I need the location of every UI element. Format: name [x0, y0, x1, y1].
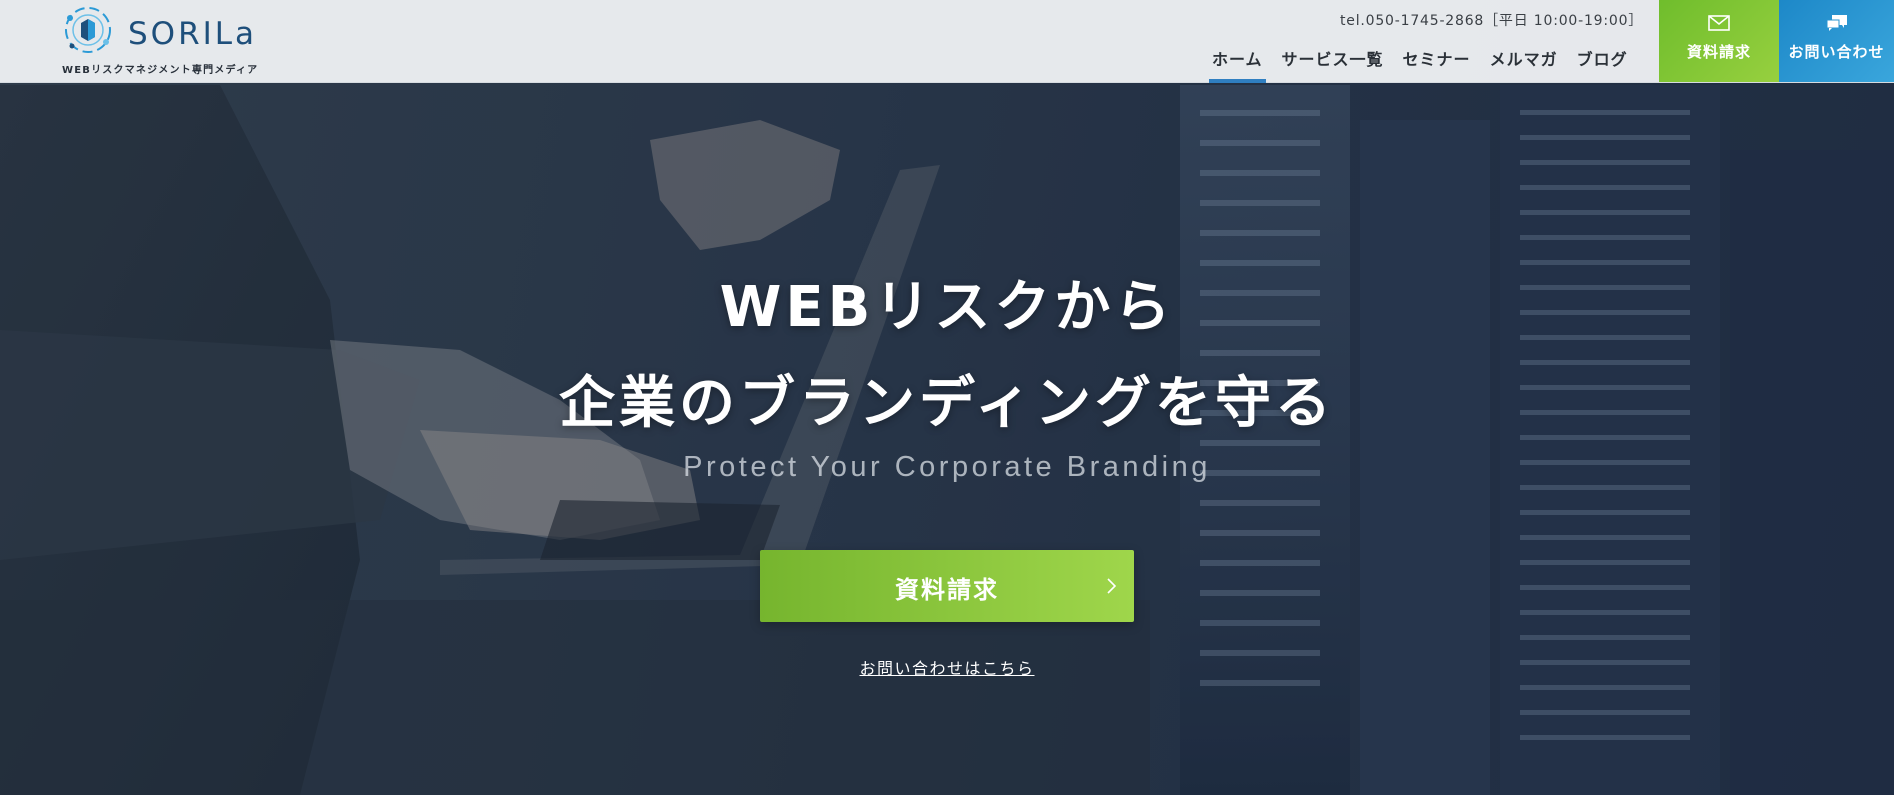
chevron-right-icon	[1107, 578, 1117, 594]
nav-item-newsletter[interactable]: メルマガ	[1490, 42, 1558, 83]
nav-item-blog[interactable]: ブログ	[1577, 42, 1628, 83]
hero-tagline: Protect Your Corporate Branding	[683, 451, 1211, 483]
hero-request-button[interactable]: 資料請求	[760, 550, 1134, 622]
header-contact-label: お問い合わせ	[1788, 43, 1885, 61]
main-nav: ホーム サービス一覧 セミナー メルマガ ブログ	[1209, 42, 1647, 83]
hero-headline-line1: WEBリスクから	[719, 275, 1175, 340]
logo[interactable]: SORILa WEBリスクマネジメント専門メディア	[62, 4, 282, 76]
sorila-logo-icon	[65, 7, 111, 53]
envelope-icon	[1708, 15, 1730, 31]
logo-text: SORILa	[128, 16, 258, 52]
nav-item-home[interactable]: ホーム	[1209, 42, 1266, 83]
header-contact-button[interactable]: お問い合わせ	[1779, 0, 1894, 82]
header-request-button[interactable]: 資料請求	[1659, 0, 1779, 82]
phone-number: tel.050-1745-2868［平日 10:00-19:00］	[1340, 13, 1644, 29]
chat-bubbles-icon	[1826, 15, 1847, 31]
nav-item-seminar[interactable]: セミナー	[1403, 42, 1471, 83]
site-header: SORILa WEBリスクマネジメント専門メディア tel.050-1745-2…	[0, 0, 1894, 83]
hero-contact-link[interactable]: お問い合わせはこちら	[859, 659, 1034, 678]
page: SORILa WEBリスクマネジメント専門メディア tel.050-1745-2…	[0, 0, 1894, 795]
header-request-label: 資料請求	[1686, 43, 1751, 61]
hero-contact-link-wrap: お問い合わせはこちら	[0, 655, 1894, 679]
logo-subtitle: WEBリスクマネジメント専門メディア	[62, 65, 259, 76]
nav-item-services[interactable]: サービス一覧	[1282, 42, 1384, 83]
hero-headline-line2: 企業のブランディングを守る	[558, 371, 1336, 436]
hero-request-label: 資料請求	[895, 576, 999, 604]
